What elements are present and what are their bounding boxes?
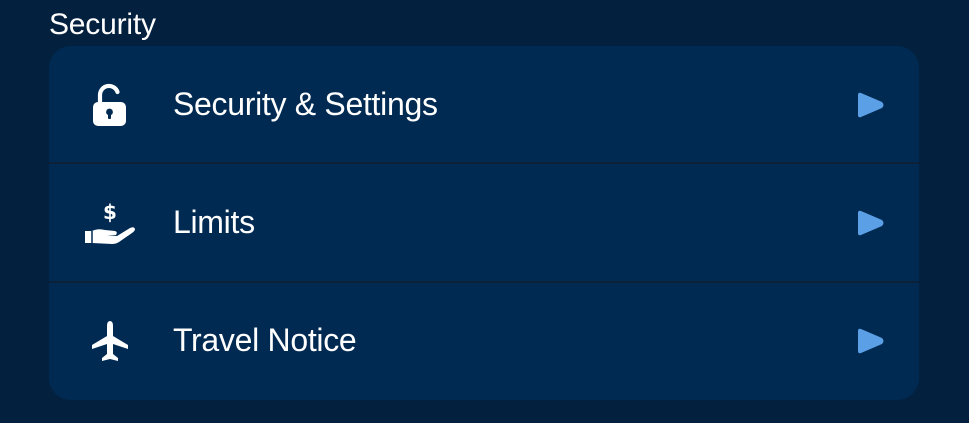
lock-icon bbox=[83, 83, 137, 127]
security-menu-card: Security & Settings $ Limits Travel Noti… bbox=[49, 46, 919, 400]
svg-text:$: $ bbox=[103, 201, 117, 224]
menu-row-security-settings[interactable]: Security & Settings bbox=[49, 46, 919, 164]
play-arrow-icon bbox=[854, 209, 886, 237]
play-arrow-icon bbox=[854, 327, 886, 355]
menu-row-label: Limits bbox=[173, 204, 255, 240]
menu-row-label: Security & Settings bbox=[173, 86, 438, 122]
section-title: Security bbox=[49, 8, 156, 41]
play-arrow-icon bbox=[854, 91, 886, 119]
menu-row-label: Travel Notice bbox=[173, 322, 357, 358]
hand-dollar-icon: $ bbox=[83, 201, 137, 245]
menu-row-limits[interactable]: $ Limits bbox=[49, 164, 919, 282]
airplane-icon bbox=[83, 319, 137, 363]
menu-row-travel-notice[interactable]: Travel Notice bbox=[49, 282, 919, 400]
